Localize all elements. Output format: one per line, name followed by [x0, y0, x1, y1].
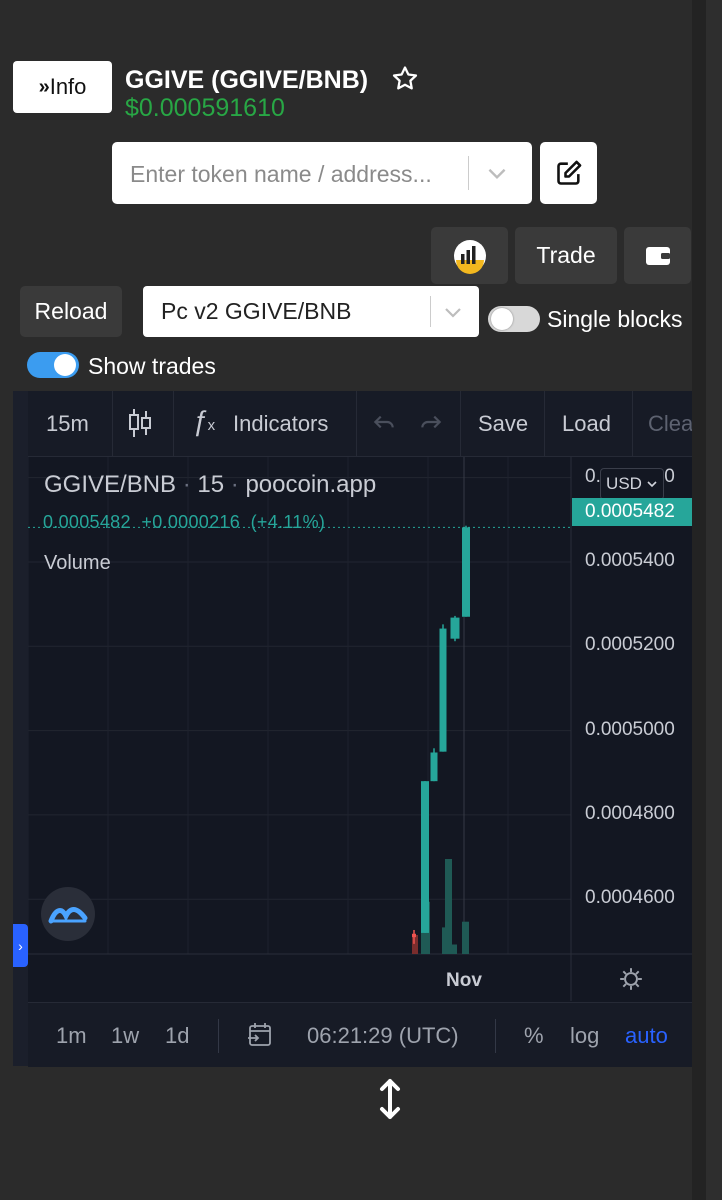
chevron-down-icon	[441, 300, 465, 329]
clear-button[interactable]: Clea	[648, 411, 692, 437]
search-divider	[468, 156, 469, 190]
volume-bar	[445, 859, 452, 954]
info-button-label: Info	[49, 74, 87, 99]
token-search-input[interactable]	[112, 142, 472, 206]
chart-logo-button[interactable]	[431, 227, 508, 284]
function-icon: ƒx	[192, 405, 216, 436]
save-button[interactable]: Save	[478, 411, 528, 437]
tradingview-logo[interactable]	[41, 887, 95, 941]
price-axis-label: 0.0005200	[585, 634, 675, 656]
goto-date-icon[interactable]	[246, 1021, 274, 1055]
range-1d-button[interactable]: 1d	[165, 1023, 189, 1049]
auto-scale-button[interactable]: auto	[625, 1023, 668, 1049]
chevron-down-icon[interactable]	[484, 160, 510, 191]
gear-icon[interactable]	[618, 966, 644, 997]
double-chevron-right-icon: »	[38, 75, 50, 98]
x-axis-label: Nov	[446, 970, 482, 991]
range-1w-button[interactable]: 1w	[111, 1023, 139, 1049]
price-axis-label: 0.0004600	[585, 887, 675, 909]
candle-body	[439, 628, 447, 752]
edit-icon	[556, 160, 581, 185]
pair-select[interactable]: Pc v2 GGIVE/BNB	[143, 286, 479, 337]
legend-symbol: GGIVE/BNB	[44, 471, 177, 498]
legend-change: +0.0000216	[141, 512, 241, 532]
tradingview-logo-icon	[48, 907, 88, 924]
candle-body	[450, 617, 460, 639]
star-icon[interactable]	[390, 64, 420, 99]
utc-time-label[interactable]: 06:21:29 (UTC)	[307, 1023, 459, 1049]
currency-label: USD	[606, 474, 642, 493]
info-button[interactable]: » Info	[13, 61, 112, 113]
redo-icon[interactable]	[418, 409, 444, 441]
last-price-tag: 0.0005482	[572, 498, 692, 526]
chevron-right-icon[interactable]: ›	[13, 924, 28, 967]
chart-bottom-bar: 1m 1w 1d 06:21:29 (UTC) % log auto	[28, 1002, 692, 1067]
show-trades-label: Show trades	[88, 353, 216, 379]
legend-last: 0.0005482	[43, 512, 131, 532]
percent-scale-button[interactable]: %	[524, 1023, 544, 1049]
undo-icon[interactable]	[371, 409, 397, 441]
legend-source: poocoin.app	[245, 471, 377, 498]
price-axis-label: 0.0005400	[585, 549, 675, 571]
price-axis-label: 0.0004800	[585, 802, 675, 824]
volume-bar	[412, 935, 418, 954]
edit-button[interactable]	[540, 142, 597, 204]
token-price: $0.000591610	[125, 94, 285, 122]
currency-select[interactable]: USD	[600, 468, 664, 500]
trade-button[interactable]: Trade	[515, 227, 617, 284]
chart-logo-icon	[453, 239, 486, 274]
pair-select-divider	[430, 296, 431, 327]
candle-body	[421, 781, 429, 933]
candles-icon[interactable]	[127, 407, 153, 445]
interval-button[interactable]: 15m	[46, 411, 89, 437]
pair-select-value: Pc v2 GGIVE/BNB	[161, 298, 352, 324]
wallet-icon	[645, 246, 670, 265]
candle-body	[462, 527, 470, 617]
legend-change-pct: (+4.11%)	[250, 512, 326, 532]
show-trades-toggle[interactable]	[27, 352, 79, 378]
single-blocks-label: Single blocks	[547, 306, 683, 332]
chart-legend-title: GGIVE/BNB · 15 · poocoin.app	[44, 471, 377, 498]
single-blocks-toggle[interactable]	[488, 306, 540, 332]
legend-volume-label: Volume	[44, 552, 111, 574]
candle-body	[430, 752, 438, 782]
candle-body	[412, 933, 416, 938]
chevron-down-icon	[647, 481, 657, 488]
reload-button[interactable]: Reload	[20, 286, 122, 337]
price-axis-label: 0.0005000	[585, 718, 675, 740]
indicators-button[interactable]: Indicators	[233, 411, 328, 437]
load-button[interactable]: Load	[562, 411, 611, 437]
chart-legend-values: 0.0005482 +0.0000216 (+4.11%)	[43, 512, 325, 533]
legend-interval: 15	[197, 471, 225, 498]
right-edge-strip	[692, 0, 722, 1200]
volume-bar	[462, 921, 469, 954]
volume-bar	[452, 944, 457, 954]
log-scale-button[interactable]: log	[570, 1023, 599, 1049]
chart-toolbar: 15m ƒx Indicators Save Load Clea	[28, 391, 692, 457]
token-search-box[interactable]	[112, 142, 532, 206]
resize-handle-icon[interactable]	[378, 1078, 402, 1125]
token-title: GGIVE (GGIVE/BNB)	[125, 66, 369, 94]
wallet-button[interactable]	[624, 227, 691, 284]
range-1m-button[interactable]: 1m	[56, 1023, 87, 1049]
